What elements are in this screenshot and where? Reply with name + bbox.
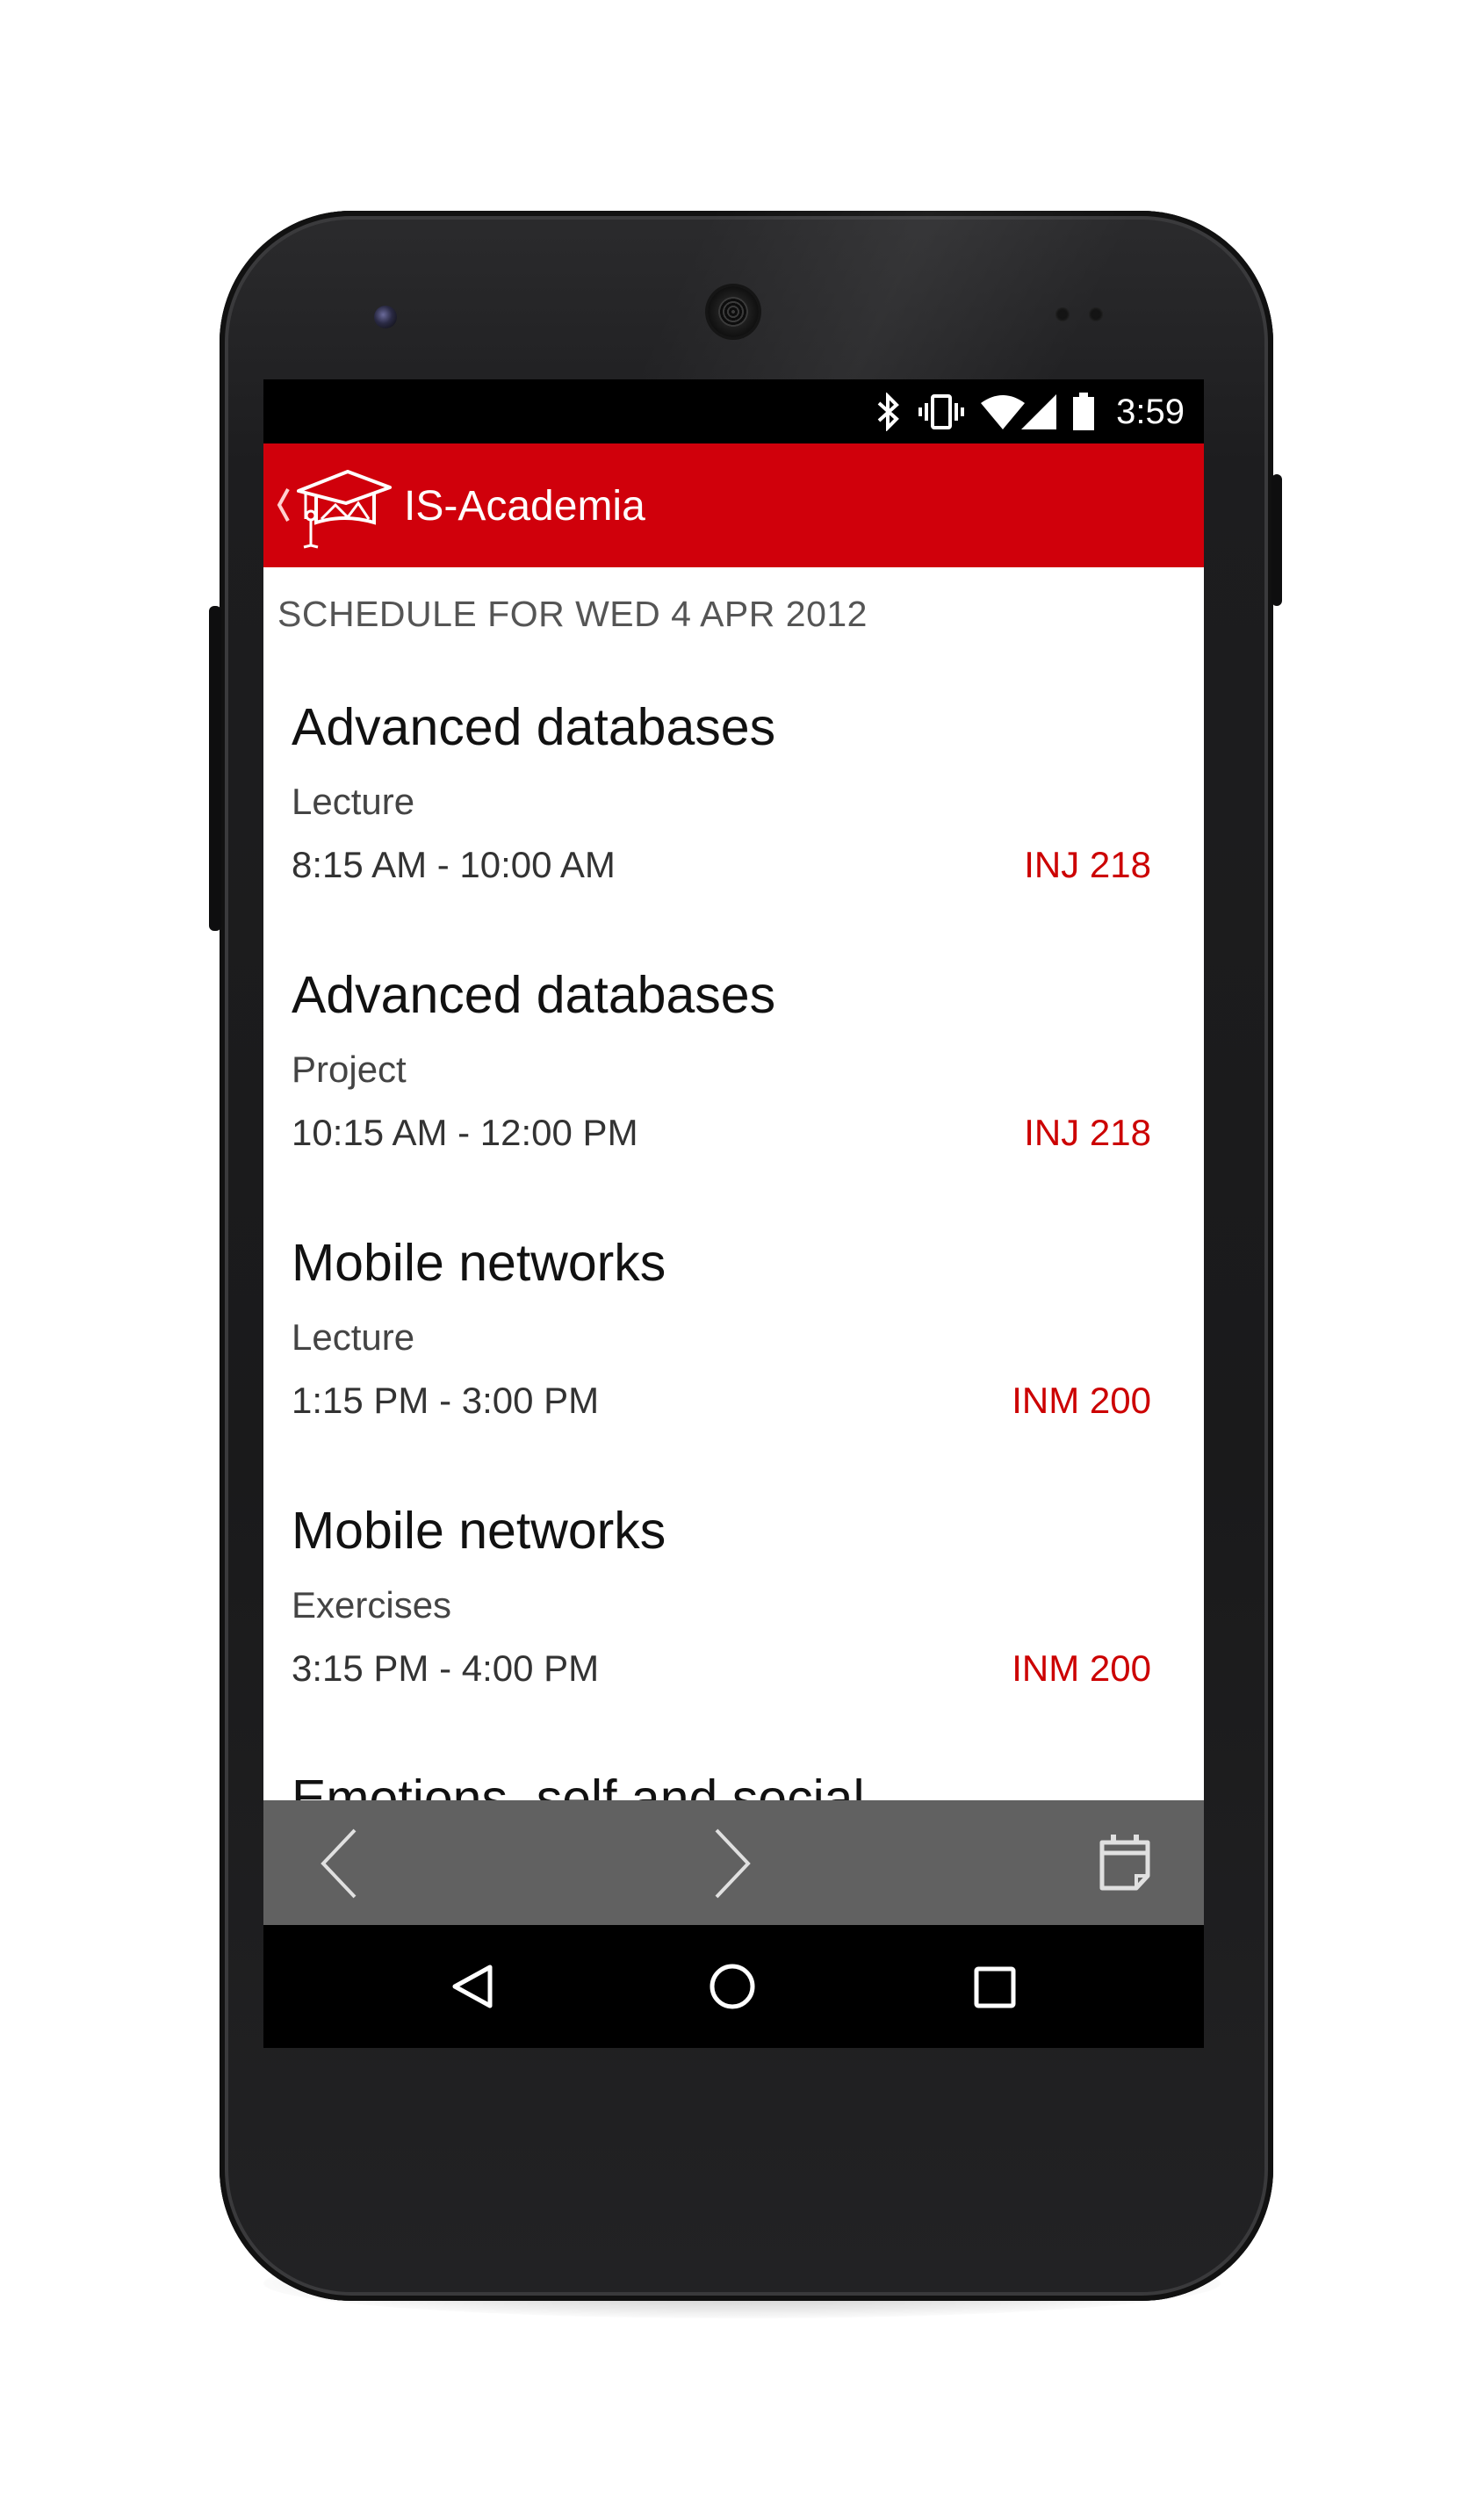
schedule-entry[interactable]: Mobile networks Exercises 3:15 PM - 4:00… [263, 1501, 1204, 1769]
power-button [1271, 474, 1282, 606]
system-nav-bar [263, 1925, 1204, 2048]
course-title: Mobile networks [292, 1234, 666, 1292]
status-bar: 3:59 [263, 379, 1204, 443]
light-sensor [1089, 307, 1103, 321]
calendar-icon[interactable] [1098, 1832, 1152, 1893]
up-caret-icon[interactable] [274, 486, 292, 524]
course-title: Emotions, self and social [292, 1770, 865, 1800]
course-time: 3:15 PM - 4:00 PM [292, 1647, 600, 1689]
course-type: Exercises [292, 1584, 452, 1626]
signal-icon [1021, 394, 1057, 429]
graduation-cap-icon [297, 470, 392, 549]
back-triangle-icon[interactable] [448, 1962, 497, 2011]
app-title: IS-Academia [404, 483, 645, 530]
bluetooth-icon [877, 393, 900, 431]
course-room[interactable]: INM 200 [1012, 1380, 1151, 1422]
schedule-entry[interactable]: Advanced databases Lecture 8:15 AM - 10:… [263, 697, 1204, 965]
action-bar[interactable]: IS-Academia [263, 443, 1204, 567]
course-title: Advanced databases [292, 966, 776, 1024]
bottom-action-bar [263, 1800, 1204, 1925]
proximity-sensor [1055, 307, 1070, 321]
earpiece-speaker [708, 286, 759, 337]
schedule-content[interactable]: SCHEDULE FOR WED 4 APR 2012 Advanced dat… [263, 567, 1204, 1800]
course-room[interactable]: INM 200 [1012, 1647, 1151, 1690]
home-circle-icon[interactable] [708, 1962, 757, 2011]
course-time: 8:15 AM - 10:00 AM [292, 844, 616, 885]
course-time: 10:15 AM - 12:00 PM [292, 1112, 638, 1153]
course-type: Lecture [292, 781, 415, 822]
chevron-right-icon[interactable] [711, 1827, 755, 1900]
wifi-icon [981, 395, 1026, 429]
course-room[interactable]: INJ 218 [1024, 844, 1151, 886]
course-type: Project [292, 1049, 407, 1090]
chevron-left-icon[interactable] [316, 1827, 360, 1900]
front-camera [374, 306, 397, 328]
course-type: Lecture [292, 1316, 415, 1358]
course-title: Advanced databases [292, 698, 776, 756]
recents-square-icon[interactable] [973, 1965, 1017, 2009]
schedule-date-header: SCHEDULE FOR WED 4 APR 2012 [277, 594, 868, 634]
vibrate-icon [918, 394, 965, 429]
schedule-entry[interactable]: Mobile networks Lecture 1:15 PM - 3:00 P… [263, 1233, 1204, 1501]
schedule-entry[interactable]: Emotions, self and social [263, 1769, 1204, 1800]
clock: 3:59 [1116, 392, 1185, 431]
screen: 3:59 IS-Academia SCHEDULE FOR WED 4 APR … [263, 379, 1204, 2048]
course-time: 1:15 PM - 3:00 PM [292, 1380, 600, 1421]
course-room[interactable]: INJ 218 [1024, 1112, 1151, 1154]
volume-button [209, 606, 221, 931]
course-title: Mobile networks [292, 1502, 666, 1560]
battery-icon [1073, 393, 1095, 430]
schedule-entry[interactable]: Advanced databases Project 10:15 AM - 12… [263, 965, 1204, 1233]
